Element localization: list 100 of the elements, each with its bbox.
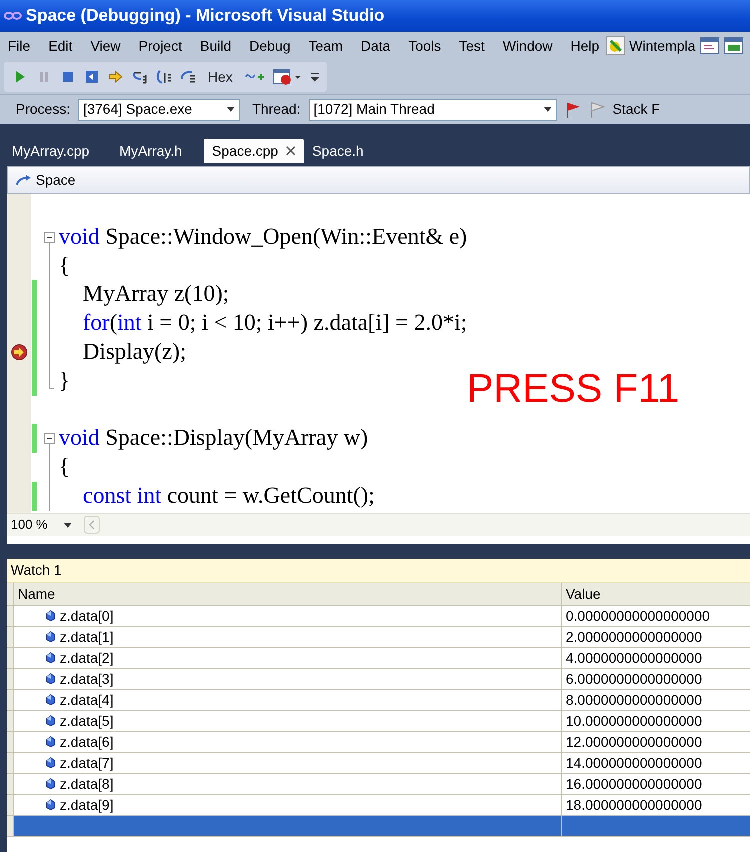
press-f11-annotation: PRESS F11 [467,369,680,409]
menu-item[interactable]: Help [570,36,600,56]
watch-value: 0.00000000000000000 [566,606,710,626]
watch-name: z.data[0] [60,606,114,626]
arrow-icon [16,174,32,186]
field-icon [46,694,56,706]
watch-row[interactable]: z.data[2] 4.0000000000000000 [7,648,750,669]
watch-value: 2.0000000000000000 [566,628,702,646]
menu-item[interactable]: Build [200,36,232,56]
watch-row[interactable]: z.data[8] 16.000000000000000 [7,774,750,795]
hex-button[interactable]: Hex [204,66,237,88]
watch-row[interactable]: z.data[4] 8.0000000000000000 [7,690,750,711]
watch-row[interactable]: z.data[6] 12.000000000000000 [7,732,750,753]
step-out-icon[interactable] [180,69,196,85]
navigation-text: Space [36,170,76,190]
caret-icon [544,107,552,112]
watch-value: 18.000000000000000 [566,796,702,814]
field-icon [46,736,56,748]
watch-value: 16.000000000000000 [566,774,702,794]
file-tab[interactable]: MyArray.h [112,139,190,163]
menu-item[interactable]: Wintempla [630,36,696,56]
addin-icon[interactable] [606,36,626,56]
overflow-icon[interactable] [310,71,319,83]
watch-value: 12.000000000000000 [566,732,702,752]
field-icon [46,673,56,685]
watch-name: z.data[6] [60,732,114,752]
watch-row[interactable]: z.data[0] 0.00000000000000000 [7,606,750,627]
code-line: } [59,368,70,393]
watch-value: 10.000000000000000 [566,712,702,730]
field-icon [46,610,56,622]
restart-icon[interactable] [84,69,100,85]
column-header[interactable]: Value [562,583,605,605]
menu-item[interactable]: Project [138,36,182,56]
window-icon[interactable] [700,37,720,55]
menu-item[interactable]: Debug [250,36,291,56]
column-header[interactable]: Name [14,583,562,605]
code-line: { [59,252,70,278]
process-dropdown[interactable]: [3764] Space.exe [78,98,240,120]
watch-row[interactable]: z.data[3] 6.0000000000000000 [7,669,750,690]
menu-item[interactable]: Edit [48,36,73,56]
watch-name: z.data[4] [60,690,114,710]
app-icon [4,10,22,22]
menu-item[interactable]: File [8,36,31,56]
file-tab[interactable]: Space.cpp [204,139,304,163]
window-title: Space (Debugging) - Microsoft Visual Studio [26,5,385,28]
thread-label: Thread: [252,100,301,119]
zoom-dropdown[interactable]: 100 % [7,515,76,535]
flag-icon[interactable] [564,100,581,118]
navigation-bar[interactable]: Space [7,166,750,194]
menu-item[interactable]: Test [459,36,485,56]
code-line: MyArray z(10); [82,281,230,306]
menu-item[interactable]: View [90,36,121,56]
field-icon [46,757,56,769]
close-icon[interactable] [286,146,296,156]
watch-value: 6.0000000000000000 [566,670,702,688]
watch-row[interactable]: z.data[7] 14.000000000000000 [7,753,750,774]
stop-icon[interactable] [60,69,76,85]
watch-row[interactable]: z.data[1] 2.0000000000000000 [7,627,750,648]
code-line: void Space::Display(MyArray w) [59,425,368,450]
watch-value: 14.000000000000000 [566,754,702,772]
watch-name: z.data[5] [60,712,114,731]
code-line: const int count = w.GetCount(); [82,482,375,508]
flag-icon[interactable] [588,100,605,118]
window-icon[interactable] [724,37,744,55]
file-tab[interactable]: MyArray.cpp [4,139,98,163]
watch-name: z.data[1] [60,628,114,647]
menu-item[interactable]: Window [502,36,553,56]
caret-icon [227,107,236,112]
watch-name: z.data[8] [60,774,114,794]
menu-item[interactable]: Tools [408,36,442,56]
scroll-left-icon[interactable] [84,516,100,534]
watch-name: z.data[7] [60,754,114,773]
file-tab[interactable]: Space.h [304,139,372,163]
step-over-icon[interactable] [156,69,172,85]
watch-name: z.data[3] [60,670,114,689]
caret-icon [64,522,72,528]
code-line: Display(z); [82,338,186,364]
field-icon [46,799,56,811]
panel-title: Watch 1 [11,561,62,580]
menu-item[interactable]: Data [361,36,391,56]
code-line: void Space::Window_Open(Win::Event& e) [59,224,468,249]
code-line: for(int i = 0; i < 10; i++) z.data[i] = 2.0*i; [82,310,468,336]
field-icon [46,778,56,790]
watch-value: 8.0000000000000000 [566,690,702,710]
breakpoint-window-icon[interactable] [272,68,303,86]
combo-text: [3764] Space.exe [83,100,192,119]
process-label: Process: [16,100,70,119]
field-icon [46,715,56,727]
watch-row[interactable]: z.data[5] 10.000000000000000 [7,711,750,732]
combo-text: [1072] Main Thread [314,100,435,119]
arrow-icon[interactable] [108,69,124,85]
watch-name: z.data[2] [60,648,114,668]
menu-item[interactable]: Team [308,36,343,56]
watch-name: z.data[9] [60,796,114,815]
code-line: { [59,454,70,480]
watch-value: 4.0000000000000000 [566,648,702,668]
new-watch-row[interactable] [7,816,750,837]
stack-frame-label: Stack F [612,100,660,119]
field-icon [46,652,56,664]
thread-dropdown[interactable]: [1072] Main Thread [308,98,557,120]
